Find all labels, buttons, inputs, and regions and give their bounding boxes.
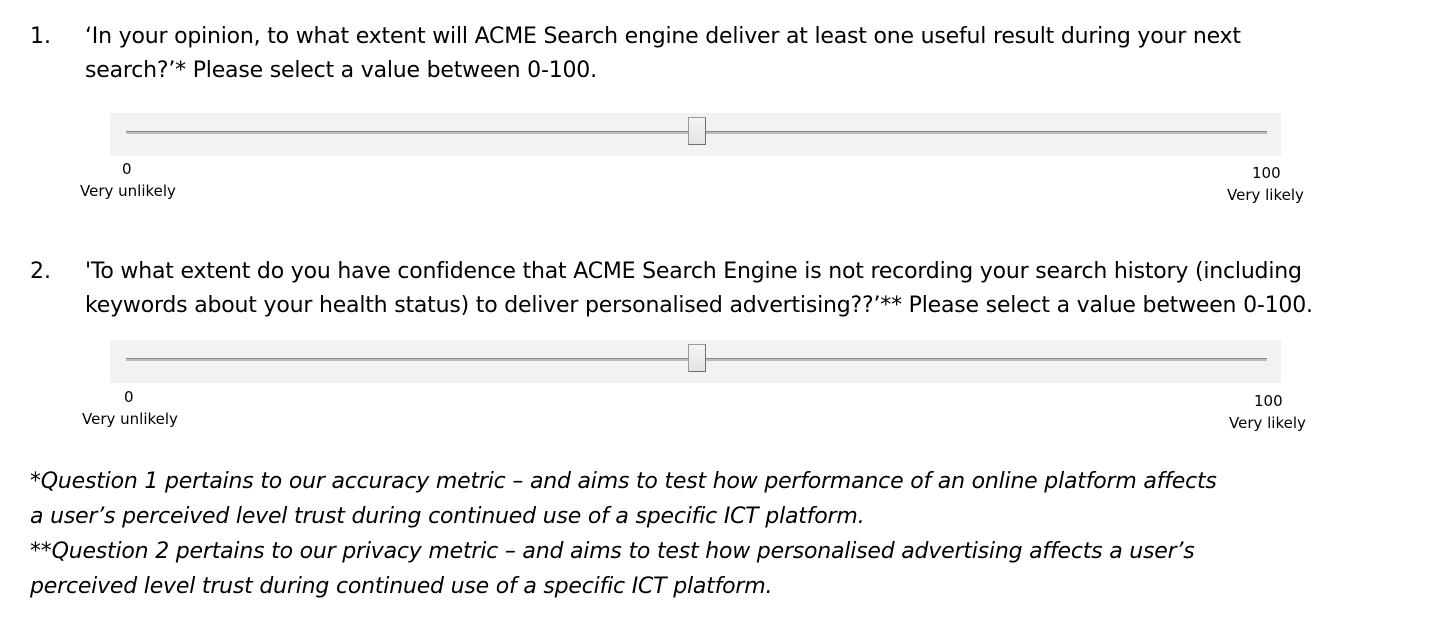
slider-max-value: 100 <box>1252 164 1281 182</box>
question-text-line: keywords about your health status) to de… <box>85 293 1313 318</box>
question-text: ‘In your opinion, to what extent will AC… <box>85 20 1425 88</box>
footnote-line: a user’s perceived level trust during co… <box>30 504 865 529</box>
footnote-line: **Question 2 pertains to our privacy met… <box>30 539 1195 564</box>
question-number: 1. <box>30 24 51 49</box>
slider-min-anchor: Very unlikely <box>82 410 178 428</box>
question-number: 2. <box>30 259 51 284</box>
question-text: 'To what extent do you have confidence t… <box>85 255 1425 323</box>
question-text-line: 'To what extent do you have confidence t… <box>85 259 1302 284</box>
slider-thumb[interactable] <box>687 344 706 372</box>
footnote-line: perceived level trust during continued u… <box>30 574 773 599</box>
question-1-slider[interactable] <box>110 113 1281 156</box>
question-text-line: ‘In your opinion, to what extent will AC… <box>85 24 1241 49</box>
slider-min-value: 0 <box>122 160 132 178</box>
slider-thumb[interactable] <box>687 117 706 145</box>
footnote-line: *Question 1 pertains to our accuracy met… <box>30 469 1217 494</box>
slider-min-anchor: Very unlikely <box>80 182 176 200</box>
footnotes: *Question 1 pertains to our accuracy met… <box>30 464 1420 604</box>
slider-max-anchor: Very likely <box>1227 186 1304 204</box>
slider-max-value: 100 <box>1254 392 1283 410</box>
question-text-line: search?’* Please select a value between … <box>85 58 597 83</box>
slider-min-value: 0 <box>124 388 134 406</box>
slider-max-anchor: Very likely <box>1229 414 1306 432</box>
question-2-slider[interactable] <box>110 340 1281 383</box>
